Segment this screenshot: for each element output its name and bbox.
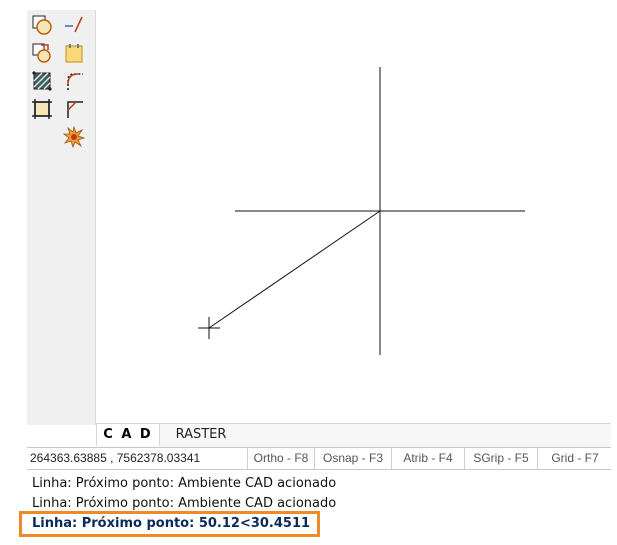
command-prompt[interactable]: Linha: Próximo ponto: 50.12<30.4511 [19, 511, 320, 537]
tab-raster[interactable]: RASTER [166, 424, 236, 446]
atrib-toggle[interactable]: Atrib - F4 [391, 448, 464, 469]
explode-icon[interactable] [61, 124, 87, 150]
rotate-circle-icon[interactable] [29, 40, 55, 66]
command-history-line: Linha: Próximo ponto: Ambiente CAD acion… [32, 496, 337, 511]
command-history-line: Linha: Próximo ponto: Ambiente CAD acion… [32, 476, 337, 491]
line-segment-icon[interactable] [61, 12, 87, 38]
drawing-toolbar [27, 10, 96, 425]
fillet-icon[interactable] [61, 68, 87, 94]
drawing-canvas[interactable] [96, 10, 611, 423]
status-bar: 264363.63885 , 7562378.03341 Ortho - F8 … [27, 447, 611, 470]
sgrip-toggle[interactable]: SGrip - F5 [464, 448, 537, 469]
trim-square-icon[interactable] [29, 96, 55, 122]
mode-tabs: C A D RASTER [96, 423, 611, 447]
note-icon[interactable] [61, 40, 87, 66]
tab-cad[interactable]: C A D [96, 424, 160, 446]
ortho-toggle[interactable]: Ortho - F8 [247, 448, 314, 469]
drawn-line-segment [208, 210, 381, 329]
ellipse-square-icon[interactable] [29, 12, 55, 38]
hatch-square-icon[interactable] [29, 68, 55, 94]
grid-toggle[interactable]: Grid - F7 [537, 448, 612, 469]
chamfer-icon[interactable] [61, 96, 87, 122]
osnap-toggle[interactable]: Osnap - F3 [314, 448, 391, 469]
coordinate-readout: 264363.63885 , 7562378.03341 [30, 451, 201, 465]
